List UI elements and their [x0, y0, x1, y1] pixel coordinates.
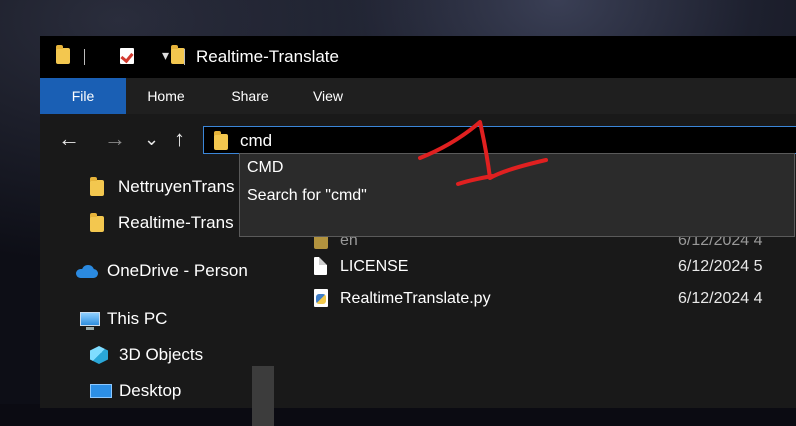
onedrive-icon [76, 265, 98, 278]
recent-locations-chevron-icon[interactable]: ⌄ [144, 126, 159, 152]
tab-file[interactable]: File [40, 78, 126, 114]
file-date: 6/12/2024 5 [678, 258, 763, 275]
address-input[interactable] [238, 130, 762, 152]
tab-share[interactable]: Share [222, 78, 278, 114]
folder-icon [90, 177, 104, 196]
properties-check-icon[interactable] [120, 48, 135, 64]
file-name: LICENSE [340, 258, 409, 275]
file-name: RealtimeTranslate.py [340, 290, 491, 307]
sidebar-item-label: OneDrive - Person [107, 261, 248, 280]
quick-access-dropdown-icon[interactable]: ▾ [162, 47, 169, 64]
ribbon-tabs: File Home Share View [40, 78, 796, 114]
address-bar[interactable] [203, 126, 796, 154]
3d-objects-icon [90, 346, 108, 364]
python-file-icon [314, 289, 328, 307]
folder-icon [90, 213, 104, 232]
this-pc-icon [80, 312, 100, 330]
forward-arrow-icon[interactable]: → [104, 126, 126, 152]
title-separator [184, 49, 185, 65]
suggestion-item[interactable]: Search for "cmd" [247, 183, 367, 209]
sidebar-item-label: Desktop [119, 381, 182, 400]
window-title: Realtime-Translate [196, 47, 339, 66]
sidebar-item-label: 3D Objects [119, 345, 204, 364]
file-date: 6/12/2024 4 [678, 290, 763, 307]
new-folder-icon[interactable] [170, 45, 185, 64]
sidebar-item-label: Realtime-Trans [118, 213, 234, 232]
folder-icon [56, 45, 70, 64]
sidebar-scrollbar[interactable] [252, 366, 274, 426]
tab-view[interactable]: View [304, 78, 352, 114]
folder-icon [214, 131, 228, 150]
title-separator [84, 49, 85, 65]
tab-home[interactable]: Home [138, 78, 194, 114]
file-icon [314, 257, 327, 275]
suggestion-item[interactable]: CMD [247, 155, 283, 181]
sidebar-item-label: NettruyenTrans [118, 177, 235, 196]
title-bar: ▾ Realtime-Translate [40, 36, 796, 78]
address-autocomplete-dropdown: CMD Search for "cmd" [239, 153, 795, 237]
desktop-icon [90, 384, 112, 398]
sidebar-item-label: This PC [107, 309, 168, 328]
up-arrow-icon[interactable]: ↑ [174, 126, 185, 152]
back-arrow-icon[interactable]: ← [58, 126, 80, 152]
